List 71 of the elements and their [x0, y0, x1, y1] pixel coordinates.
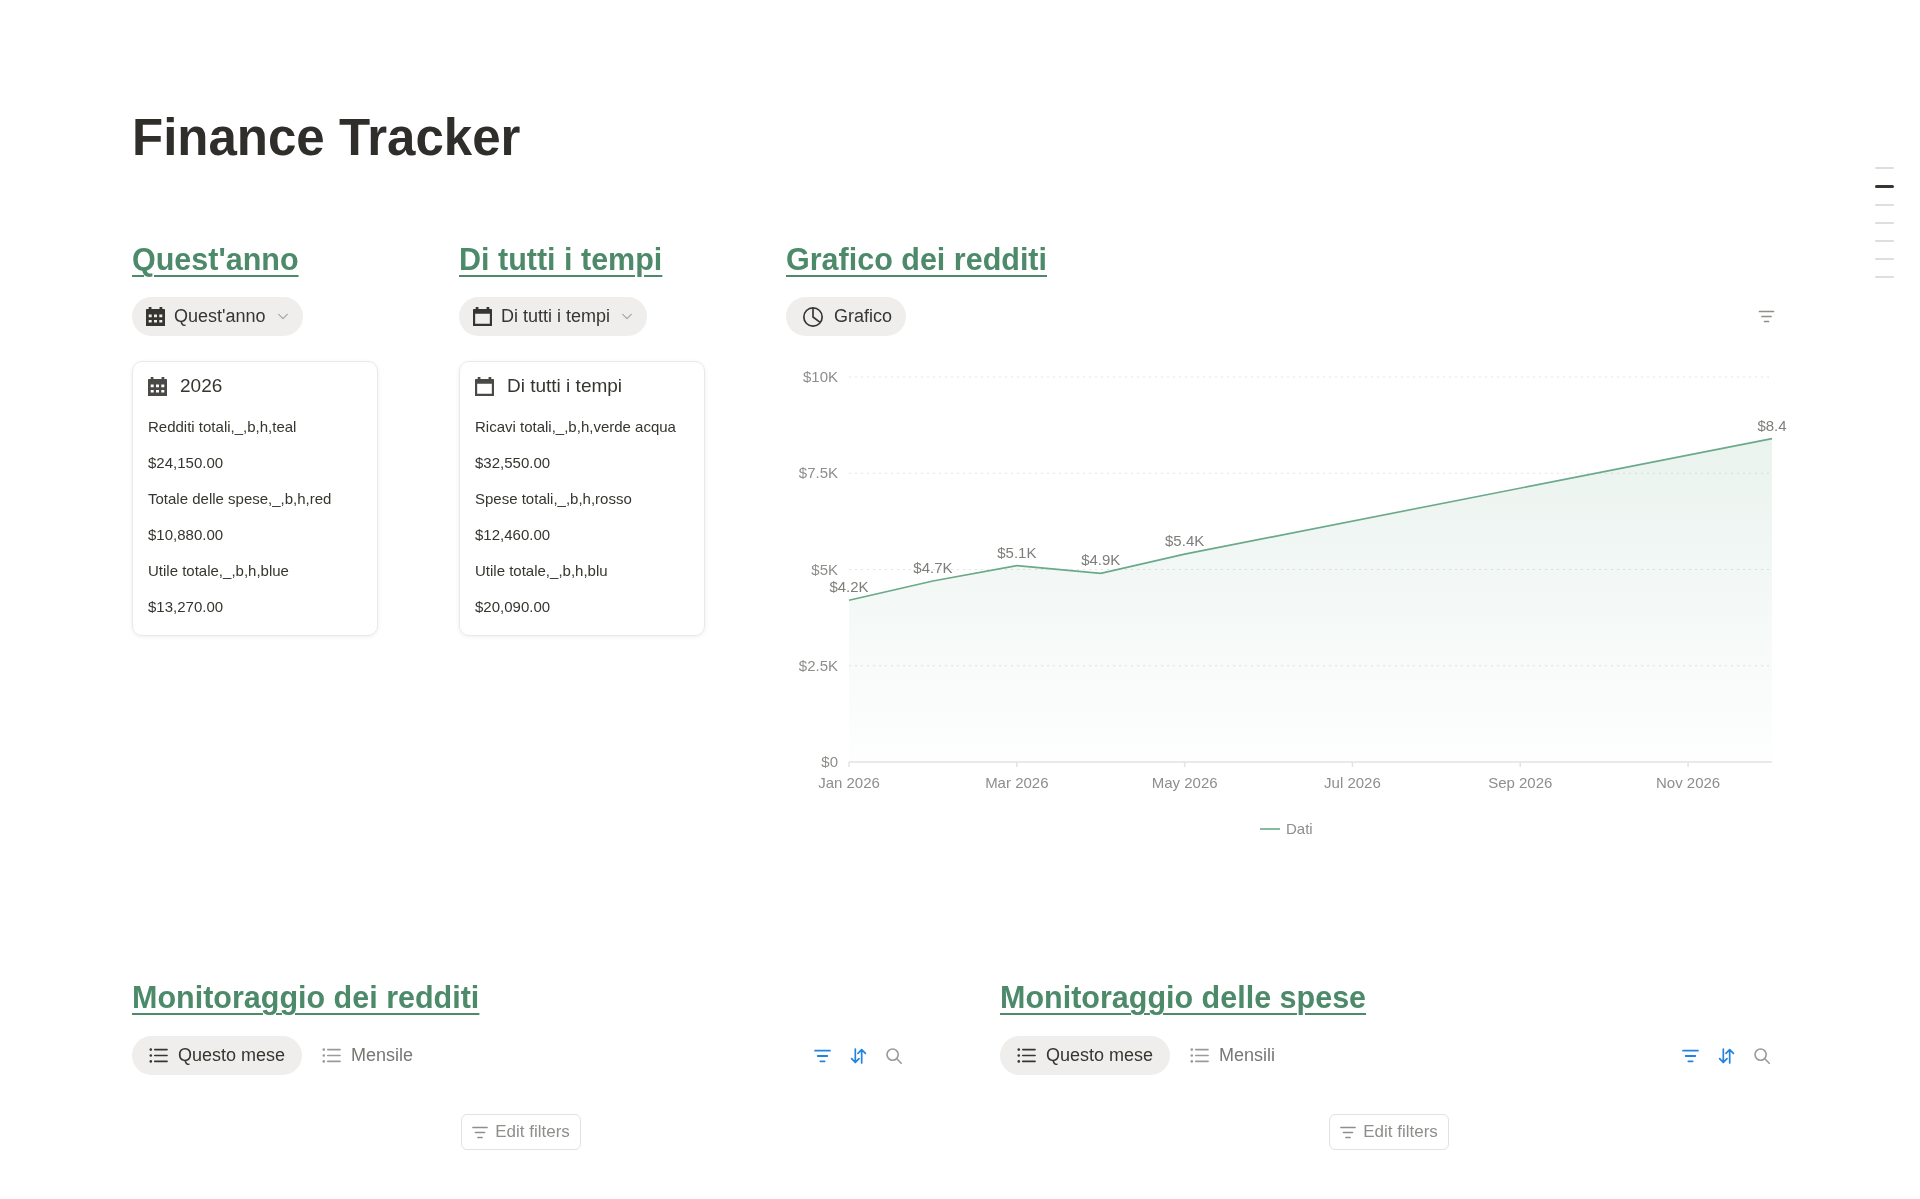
field-label: Ricavi totali,_,b,h,verde acqua: [475, 416, 676, 437]
view-tab[interactable]: Grafico: [786, 297, 907, 336]
section-heading[interactable]: Monitoraggio dei redditi: [132, 978, 480, 1017]
view-tab[interactable]: Questo mese: [132, 1036, 303, 1075]
filter-icon[interactable]: [1682, 1048, 1699, 1063]
axis-label: $0: [821, 753, 838, 770]
section-heading[interactable]: Grafico dei redditi: [786, 240, 1047, 279]
filter-icon: [1340, 1125, 1357, 1139]
data-label: $5.4K: [1165, 532, 1205, 550]
axis-label: Nov 2026: [1656, 774, 1721, 791]
field-label: Totale delle spese,_,b,h,red: [148, 488, 332, 509]
section-heading[interactable]: Quest'anno: [132, 240, 299, 279]
view-tab[interactable]: Mensile: [305, 1036, 431, 1075]
data-label: $4.7K: [913, 559, 953, 577]
card-title: Di tutti i tempi: [507, 373, 623, 398]
axis-label: Mar 2026: [985, 774, 1049, 791]
summary-card[interactable]: 2026 Redditi totali,_,b,h,teal $24,150.00 Totale delle spese,_,b,h,red $10,880.00 Utile totale,_,b,h,blue $13,270.00: [132, 361, 378, 636]
search-icon[interactable]: [1754, 1047, 1770, 1064]
view-tab[interactable]: Mensili: [1173, 1036, 1293, 1075]
calendar-icon: [475, 376, 494, 396]
sort-icon[interactable]: [1718, 1047, 1735, 1064]
filter-icon: [472, 1125, 489, 1139]
list-icon: [1190, 1048, 1210, 1063]
calendar-icon: [146, 307, 165, 326]
data-label: $4.2K: [829, 578, 869, 596]
field-value: $24,150.00: [148, 452, 224, 473]
field-label: Utile totale,_,b,h,blu: [475, 560, 608, 581]
section-heading[interactable]: Monitoraggio delle spese: [1000, 978, 1367, 1017]
search-icon[interactable]: [886, 1047, 902, 1064]
field-value: $12,460.00: [475, 524, 551, 545]
outline-line-icon[interactable]: [1875, 185, 1894, 188]
page-title: Finance Tracker: [132, 108, 521, 168]
field-label: Spese totali,_,b,h,rosso: [475, 488, 632, 509]
data-label: $4.9K: [1081, 551, 1121, 569]
list-icon: [1017, 1048, 1036, 1063]
filter-icon[interactable]: [1758, 310, 1775, 323]
field-label: Utile totale,_,b,h,blue: [148, 560, 289, 581]
field-value: $32,550.00: [475, 452, 551, 473]
view-tab[interactable]: Quest'anno: [132, 297, 303, 336]
axis-label: May 2026: [1151, 774, 1218, 791]
data-label: $8.4: [1757, 416, 1787, 434]
calendar-icon: [148, 376, 167, 396]
field-value: $10,880.00: [148, 524, 224, 545]
calendar-icon: [473, 307, 492, 326]
view-tab[interactable]: Di tutti i tempi: [459, 297, 648, 336]
axis-label: $10K: [802, 368, 838, 385]
view-tab[interactable]: Questo mese: [1000, 1036, 1171, 1075]
field-label: Redditi totali,_,b,h,teal: [148, 416, 297, 437]
section-heading[interactable]: Di tutti i tempi: [459, 240, 663, 279]
list-icon: [322, 1048, 342, 1063]
chevron-down-icon: [276, 313, 289, 320]
filter-icon[interactable]: [814, 1048, 831, 1063]
chevron-down-icon: [621, 313, 634, 320]
legend-line-icon: [1259, 828, 1281, 830]
axis-label: Jul 2026: [1324, 774, 1381, 791]
axis-label: Jan 2026: [818, 774, 880, 791]
sort-icon[interactable]: [850, 1047, 867, 1064]
card-title: 2026: [180, 373, 223, 398]
legend-label: Dati: [1286, 820, 1313, 837]
edit-filters-button[interactable]: Edit filters: [461, 1114, 581, 1150]
field-value: $20,090.00: [475, 596, 551, 617]
summary-card[interactable]: Di tutti i tempi Ricavi totali,_,b,h,verde acqua $32,550.00 Spese totali,_,b,h,rosso $12,460.00 Utile totale,_,b,h,blu $20,090.00: [459, 361, 705, 636]
data-label: $5.1K: [997, 543, 1037, 561]
pie-chart-icon: [803, 306, 823, 327]
axis-label: $7.5K: [798, 464, 838, 482]
axis-label: $2.5K: [798, 656, 838, 674]
edit-filters-button[interactable]: Edit filters: [1329, 1114, 1449, 1150]
list-icon: [149, 1048, 168, 1063]
axis-label: Sep 2026: [1488, 774, 1553, 791]
axis-label: $5K: [811, 560, 838, 578]
field-value: $13,270.00: [148, 596, 224, 617]
